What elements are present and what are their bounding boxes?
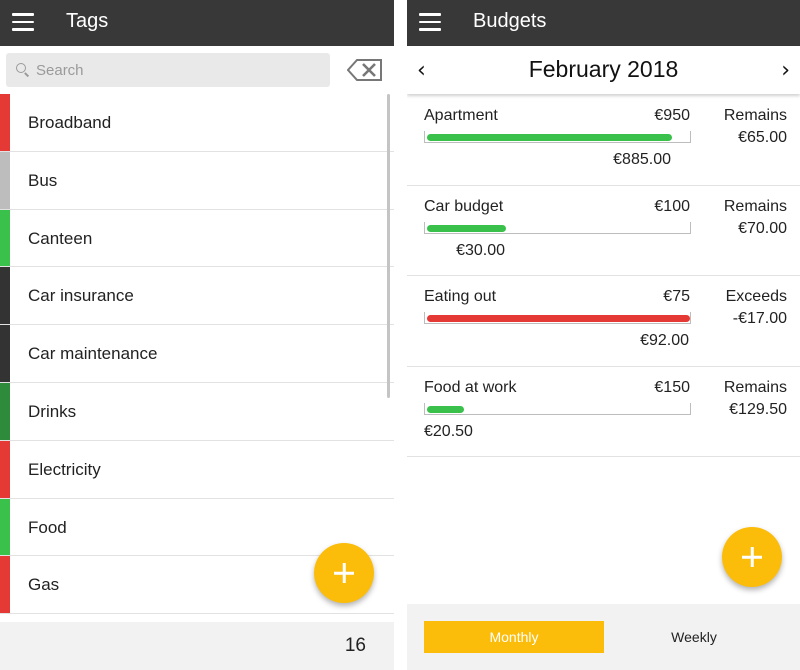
budget-list: Apartment €950 €885.00 Remains €65.00 Ca… bbox=[407, 95, 800, 457]
budget-spent: €20.50 bbox=[424, 422, 473, 440]
backspace-icon[interactable] bbox=[347, 59, 383, 81]
tag-count: 16 bbox=[344, 635, 366, 656]
hamburger-icon[interactable] bbox=[12, 13, 34, 31]
budget-row-food-at-work[interactable]: Food at work €150 €20.50 Remains €129.50 bbox=[407, 367, 800, 457]
period-toggle: Monthly Weekly bbox=[407, 604, 800, 670]
tag-name: Electricity bbox=[28, 459, 101, 479]
tag-name: Gas bbox=[28, 575, 60, 595]
tag-name: Broadband bbox=[28, 113, 112, 132]
budget-spent: €92.00 bbox=[640, 332, 689, 349]
tag-color-strip bbox=[0, 151, 10, 209]
budget-status: Remains bbox=[723, 378, 787, 396]
budget-status: Remains bbox=[723, 107, 787, 124]
budget-remaining: -€17.00 bbox=[732, 310, 787, 327]
budget-progress-track bbox=[424, 221, 691, 234]
tag-row-drinks[interactable]: Drinks bbox=[0, 382, 394, 441]
search-placeholder[interactable]: Search bbox=[36, 62, 84, 79]
tags-app-bar: Tags bbox=[0, 0, 394, 46]
chevron-right-icon[interactable]: › bbox=[781, 58, 790, 83]
add-tag-button[interactable] bbox=[314, 543, 374, 603]
budget-progress-fill bbox=[427, 134, 672, 141]
tag-color-strip bbox=[0, 267, 10, 325]
budget-spent: €30.00 bbox=[456, 241, 505, 259]
tag-color-strip bbox=[0, 556, 10, 614]
budget-name: Apartment bbox=[424, 107, 498, 124]
month-selector: ‹ February 2018 › bbox=[407, 46, 800, 94]
tag-color-strip bbox=[0, 94, 10, 151]
tag-name: Bus bbox=[28, 170, 58, 190]
budget-amount: €150 bbox=[654, 378, 690, 396]
budget-remaining: €70.00 bbox=[738, 219, 787, 237]
tags-screen: Tags Search Broadband Bus Canteen Car in… bbox=[0, 0, 394, 670]
budget-progress-fill bbox=[427, 405, 464, 413]
tag-row-electricity[interactable]: Electricity bbox=[0, 440, 394, 499]
search-input[interactable]: Search bbox=[6, 53, 330, 87]
budget-name: Food at work bbox=[424, 378, 517, 396]
tag-name: Car insurance bbox=[28, 286, 134, 306]
budgets-app-bar: Budgets bbox=[407, 0, 800, 46]
budget-remaining: €129.50 bbox=[729, 400, 787, 418]
tag-color-strip bbox=[0, 498, 10, 556]
tag-list: Broadband Bus Canteen Car insurance Car … bbox=[0, 94, 394, 615]
budget-name: Car budget bbox=[424, 197, 504, 215]
budget-name: Eating out bbox=[424, 288, 497, 305]
tag-color-strip bbox=[0, 209, 10, 267]
budget-remaining: €65.00 bbox=[738, 129, 787, 146]
budget-progress-fill bbox=[427, 224, 506, 232]
budget-spent: €885.00 bbox=[613, 151, 671, 168]
tab-weekly[interactable]: Weekly bbox=[604, 621, 784, 653]
budget-status: Remains bbox=[723, 197, 787, 215]
tag-row-broadband[interactable]: Broadband bbox=[0, 94, 394, 152]
tag-name: Food bbox=[28, 517, 67, 537]
page-title: Budgets bbox=[473, 10, 547, 32]
tab-monthly[interactable]: Monthly bbox=[424, 621, 604, 653]
budget-amount: €75 bbox=[663, 288, 690, 305]
tag-row-bus[interactable]: Bus bbox=[0, 151, 394, 210]
budget-progress-track bbox=[424, 402, 691, 415]
search-icon bbox=[16, 63, 26, 73]
budget-row-apartment[interactable]: Apartment €950 €885.00 Remains €65.00 bbox=[407, 95, 800, 186]
hamburger-icon[interactable] bbox=[419, 13, 441, 31]
budget-progress-fill bbox=[427, 315, 690, 322]
tag-row-car-insurance[interactable]: Car insurance bbox=[0, 267, 394, 326]
budget-progress-track bbox=[424, 131, 691, 143]
tag-row-car-maintenance[interactable]: Car maintenance bbox=[0, 325, 394, 383]
budget-status: Exceeds bbox=[725, 288, 787, 305]
tag-row-canteen[interactable]: Canteen bbox=[0, 209, 394, 268]
tag-name: Canteen bbox=[28, 228, 93, 248]
add-budget-button[interactable] bbox=[722, 527, 782, 587]
budget-row-car-budget[interactable]: Car budget €100 €30.00 Remains €70.00 bbox=[407, 186, 800, 276]
screen-divider bbox=[394, 0, 407, 670]
tag-color-strip bbox=[0, 440, 10, 498]
current-month: February 2018 bbox=[528, 56, 679, 82]
scrollbar[interactable] bbox=[387, 94, 390, 398]
tags-footer: 16 bbox=[0, 622, 394, 670]
budget-amount: €950 bbox=[654, 107, 690, 124]
budgets-screen: Budgets ‹ February 2018 › Apartment €950… bbox=[407, 0, 800, 670]
tag-name: Car maintenance bbox=[28, 344, 158, 364]
budget-progress-track bbox=[424, 312, 691, 324]
budget-row-eating-out[interactable]: Eating out €75 €92.00 Exceeds -€17.00 bbox=[407, 276, 800, 367]
page-title: Tags bbox=[66, 10, 109, 32]
budget-amount: €100 bbox=[654, 197, 690, 215]
tag-color-strip bbox=[0, 325, 10, 382]
search-row: Search bbox=[0, 46, 394, 94]
tag-color-strip bbox=[0, 382, 10, 440]
tag-name: Drinks bbox=[28, 401, 77, 421]
